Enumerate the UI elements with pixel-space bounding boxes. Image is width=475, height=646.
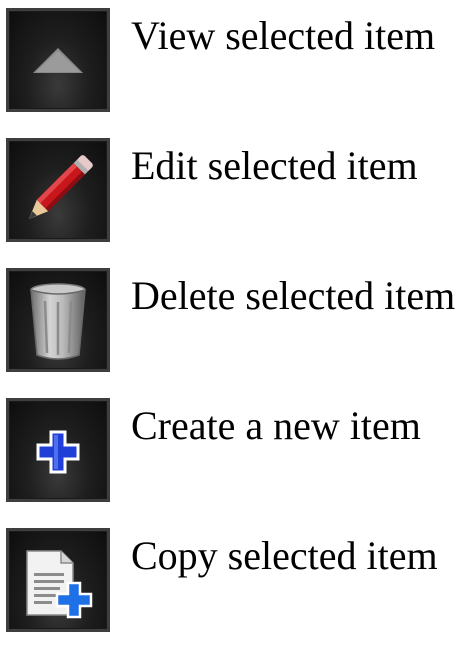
delete-button[interactable]: [6, 268, 110, 372]
copy-button[interactable]: [6, 528, 110, 632]
delete-label: Delete selected item: [131, 273, 456, 318]
view-label: View selected item: [131, 13, 436, 58]
create-label: Create a new item: [131, 403, 421, 448]
trash-can-icon: [30, 283, 86, 360]
copy-label: Copy selected item: [131, 533, 438, 578]
legend-row-delete: Delete selected item: [0, 260, 475, 372]
legend-row-edit: Edit selected item: [0, 130, 475, 242]
copy-document-icon: [26, 550, 93, 619]
triangle-up-icon: [33, 48, 83, 73]
view-button[interactable]: [6, 8, 110, 112]
edit-button[interactable]: [6, 138, 110, 242]
legend-row-view: View selected item: [0, 0, 475, 112]
edit-label: Edit selected item: [131, 143, 418, 188]
plus-icon: [36, 430, 80, 474]
pencil-icon: [29, 155, 93, 219]
legend-row-copy: Copy selected item: [0, 520, 475, 632]
create-button[interactable]: [6, 398, 110, 502]
legend-row-create: Create a new item: [0, 390, 475, 502]
